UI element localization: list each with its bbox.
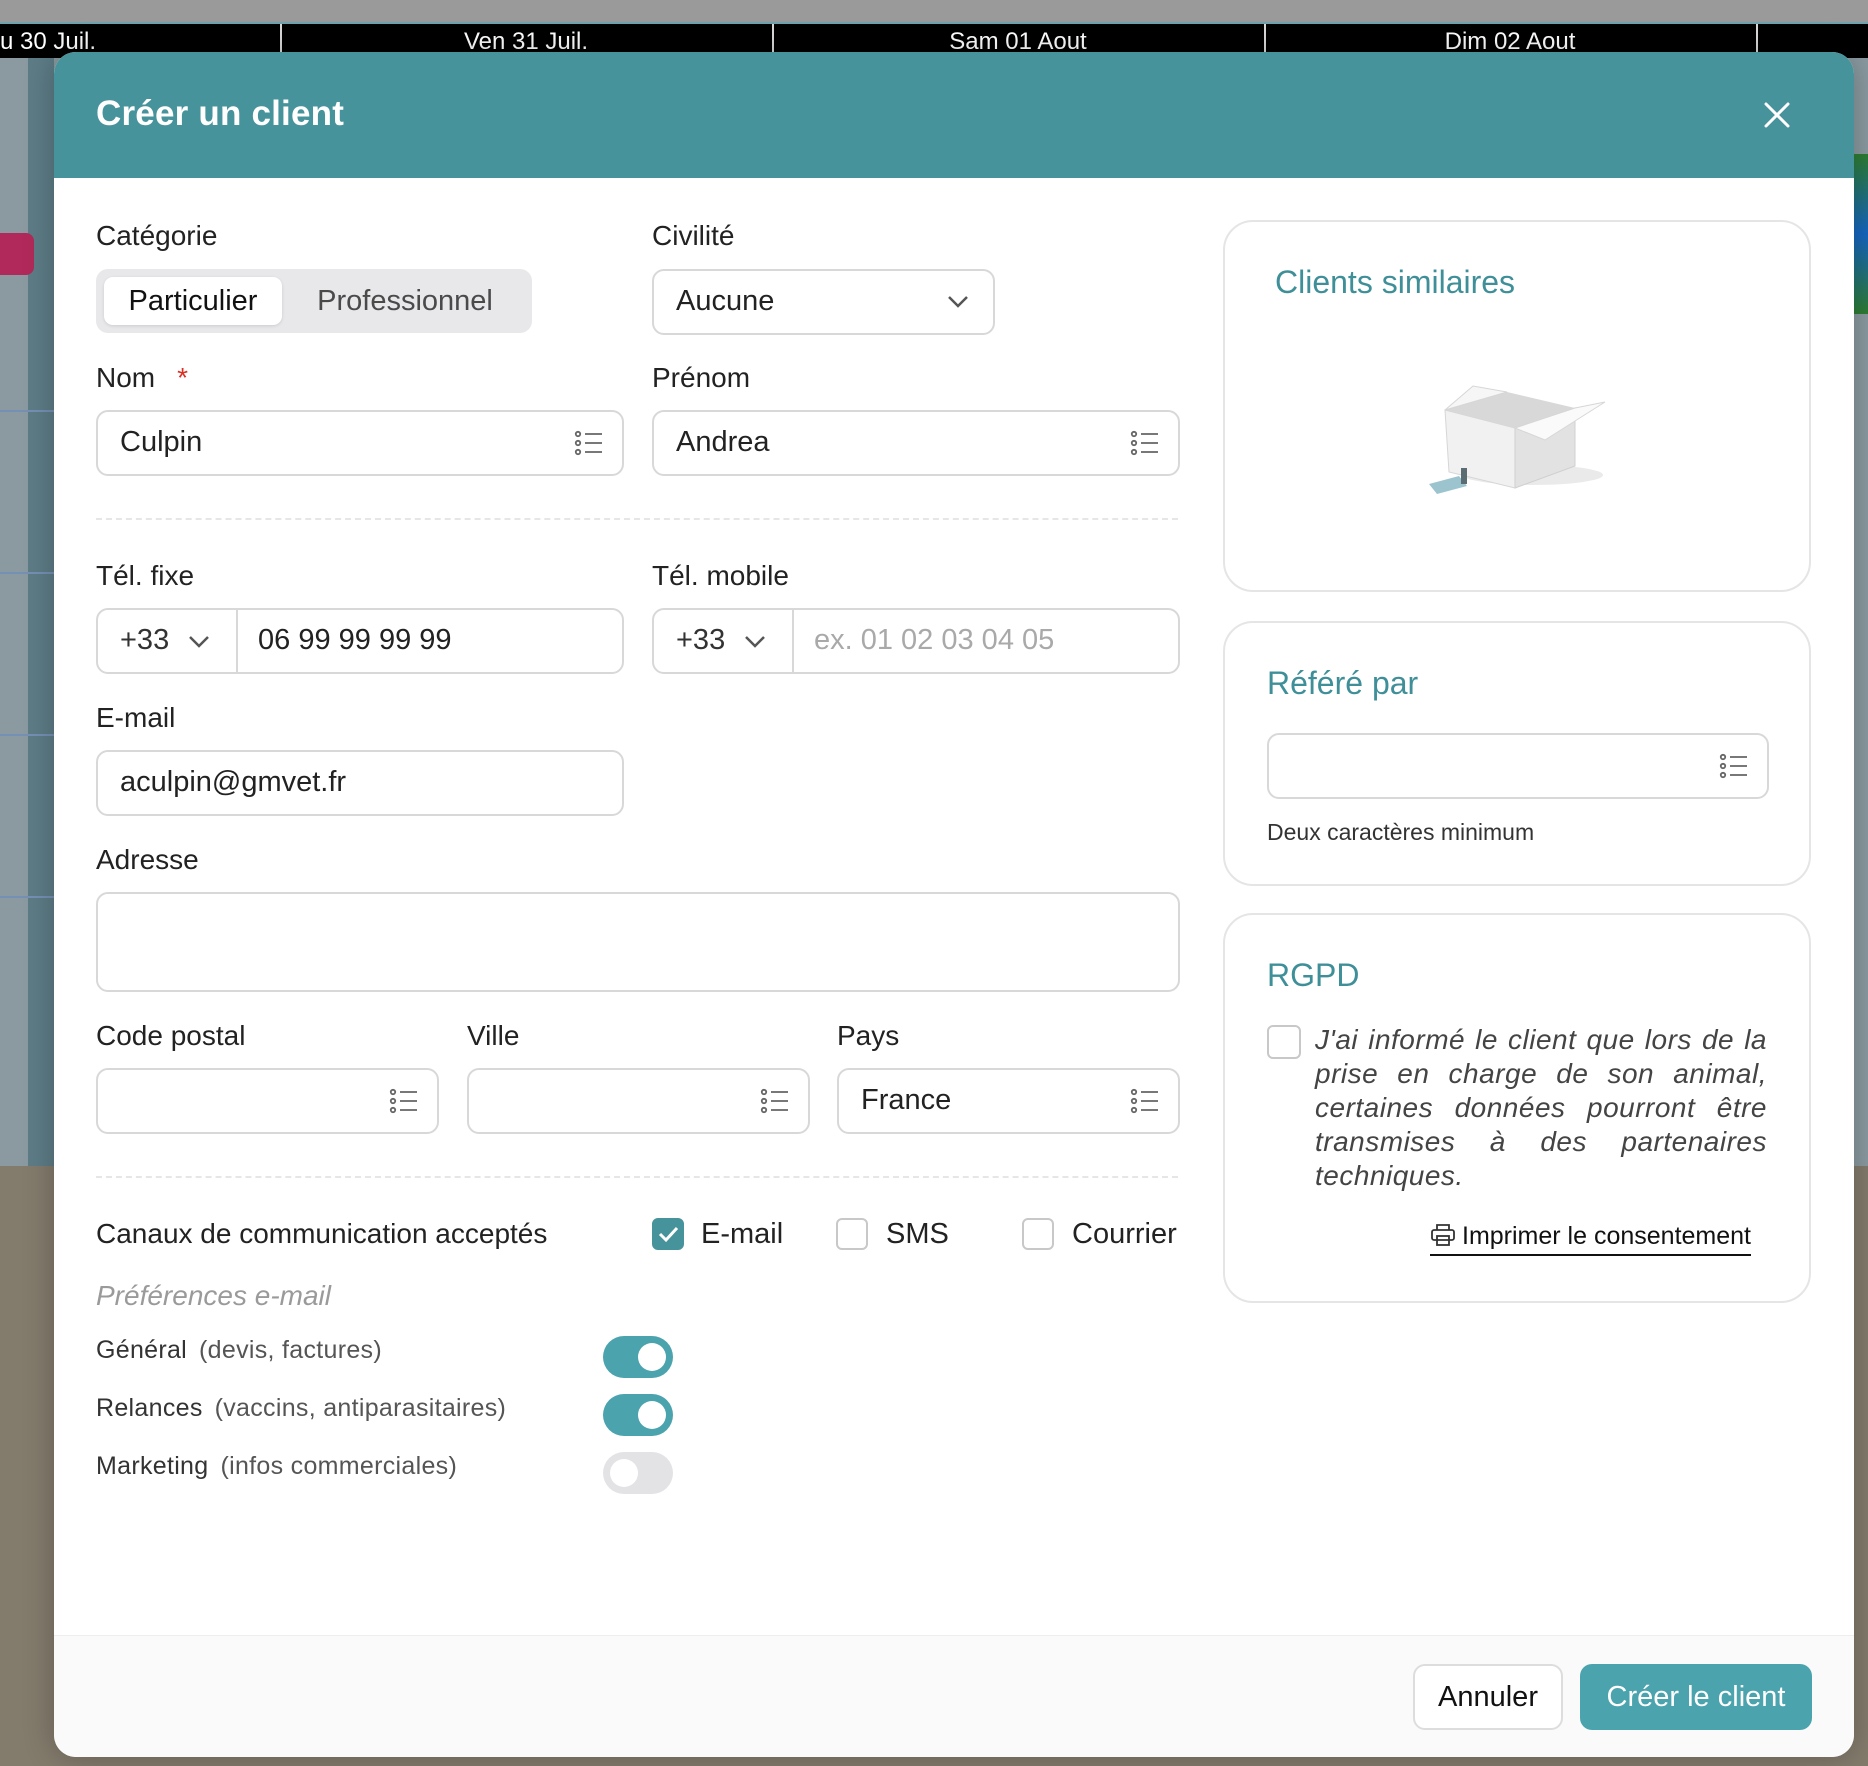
channel-email-checkbox[interactable] (652, 1218, 684, 1250)
category-segmented-control: Particulier Professionnel (96, 269, 532, 333)
required-asterisk: * (177, 362, 189, 393)
mobile-country-code-select[interactable]: +33 (654, 610, 794, 672)
calendar-event-strip (1852, 154, 1868, 314)
pref-reminders-label: Relances (vaccins, antiparasitaires) (96, 1394, 507, 1422)
referred-by-card: Référé par Deux caractères minimum (1223, 621, 1811, 886)
first-name-label: Prénom (652, 362, 751, 393)
similar-clients-title: Clients similaires (1275, 264, 1516, 300)
app-top-bar (0, 0, 1868, 24)
calendar-event[interactable] (0, 233, 34, 275)
pref-marketing-label: Marketing (infos commerciales) (96, 1452, 458, 1480)
list-icon[interactable] (1130, 1088, 1160, 1114)
civility-label: Civilité (652, 220, 735, 251)
rgpd-consent-text: J'ai informé le client que lors de la pr… (1315, 1024, 1767, 1191)
landline-country-code-select[interactable]: +33 (98, 610, 238, 672)
postal-code-label: Code postal (96, 1020, 246, 1051)
check-icon (658, 1226, 679, 1243)
channel-sms-checkbox[interactable] (836, 1218, 868, 1250)
channel-email-label: E-mail (701, 1218, 784, 1250)
channel-mail-checkbox[interactable] (1022, 1218, 1054, 1250)
chevron-down-icon (189, 636, 209, 648)
list-icon[interactable] (760, 1088, 790, 1114)
modal-title: Créer un client (96, 94, 345, 133)
referred-by-hint: Deux caractères minimum (1267, 819, 1535, 845)
modal-header: Créer un client (54, 52, 1854, 178)
last-name-value: Culpin (120, 426, 203, 458)
list-icon[interactable] (1719, 753, 1749, 779)
landline-label: Tél. fixe (96, 560, 195, 591)
channel-sms-label: SMS (886, 1218, 949, 1250)
similar-clients-card: Clients similaires (1223, 220, 1811, 592)
city-label: Ville (467, 1020, 520, 1051)
pref-marketing-toggle[interactable] (603, 1452, 673, 1494)
section-divider (96, 518, 1178, 520)
cancel-button[interactable]: Annuler (1413, 1664, 1563, 1730)
last-name-label: Nom * (96, 362, 189, 393)
print-consent-link[interactable]: Imprimer le consentement (1430, 1222, 1752, 1256)
empty-box-illustration (1429, 385, 1606, 494)
list-icon[interactable] (574, 430, 604, 456)
civility-select[interactable]: Aucune (652, 269, 995, 335)
referred-by-input[interactable] (1267, 733, 1769, 799)
email-prefs-title: Préférences e-mail (96, 1280, 331, 1311)
channels-label: Canaux de communication acceptés (96, 1218, 548, 1249)
category-option-particulier[interactable]: Particulier (104, 277, 282, 325)
rgpd-title: RGPD (1267, 957, 1360, 993)
category-label: Catégorie (96, 220, 218, 251)
list-icon[interactable] (1130, 430, 1160, 456)
pref-general-label: Général (devis, factures) (96, 1336, 382, 1364)
close-icon (1764, 102, 1790, 128)
close-button[interactable] (1754, 92, 1800, 138)
address-textarea[interactable] (96, 892, 1180, 992)
list-icon[interactable] (389, 1088, 419, 1114)
chevron-down-icon (948, 296, 968, 308)
civility-value: Aucune (676, 285, 775, 317)
rgpd-card: RGPD J'ai informé le client que lors de … (1223, 913, 1811, 1303)
mobile-input: +33 ex. 01 02 03 04 05 (652, 608, 1180, 674)
email-input[interactable]: aculpin@gmvet.fr (96, 750, 624, 816)
section-divider (96, 1176, 1178, 1178)
category-option-professionnel[interactable]: Professionnel (286, 277, 524, 325)
address-label: Adresse (96, 844, 199, 875)
email-label: E-mail (96, 702, 176, 733)
mobile-label: Tél. mobile (652, 560, 789, 591)
postal-code-input[interactable] (96, 1068, 439, 1134)
last-name-input[interactable]: Culpin (96, 410, 624, 476)
referred-by-title: Référé par (1267, 665, 1419, 701)
country-input[interactable]: France (837, 1068, 1180, 1134)
pref-general-toggle[interactable] (603, 1336, 673, 1378)
first-name-input[interactable]: Andrea (652, 410, 1180, 476)
landline-value[interactable]: 06 99 99 99 99 (258, 624, 452, 657)
pref-reminders-toggle[interactable] (603, 1394, 673, 1436)
chevron-down-icon (745, 636, 765, 648)
city-input[interactable] (467, 1068, 810, 1134)
create-client-button[interactable]: Créer le client (1580, 1664, 1812, 1730)
create-client-modal: Créer un client Catégorie Particulier Pr… (54, 52, 1854, 1757)
country-label: Pays (837, 1020, 900, 1051)
rgpd-consent-checkbox[interactable] (1267, 1025, 1301, 1059)
first-name-value: Andrea (676, 426, 770, 458)
landline-input: +33 06 99 99 99 99 (96, 608, 624, 674)
email-value: aculpin@gmvet.fr (120, 766, 347, 798)
printer-icon (1431, 1224, 1455, 1246)
mobile-placeholder[interactable]: ex. 01 02 03 04 05 (814, 624, 1054, 657)
channel-mail-label: Courrier (1072, 1218, 1177, 1250)
country-value: France (861, 1084, 952, 1116)
